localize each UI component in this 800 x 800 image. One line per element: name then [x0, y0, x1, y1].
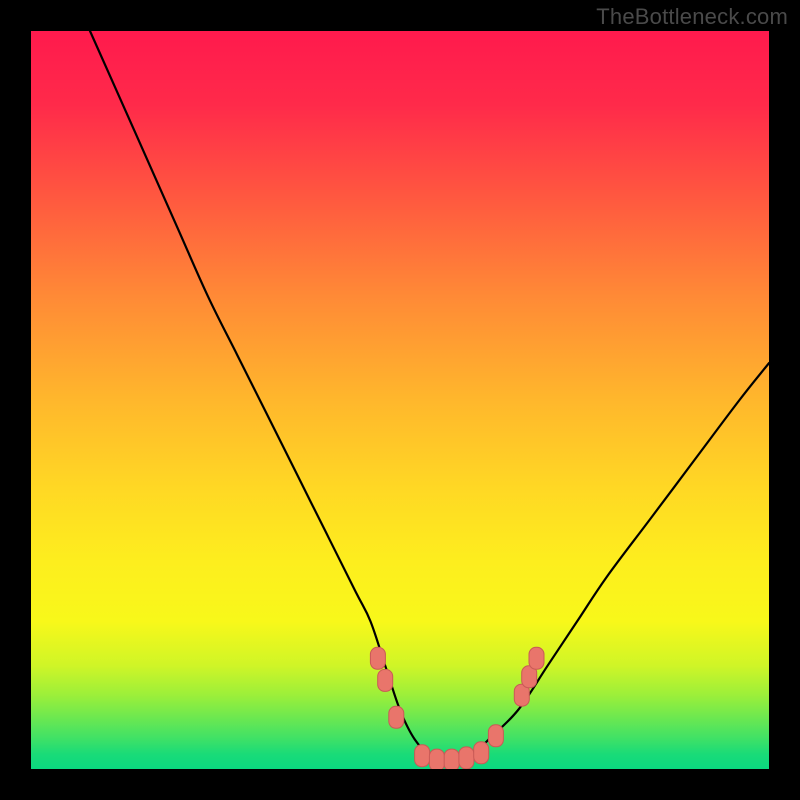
curve-marker [370, 647, 385, 669]
chart-frame: TheBottleneck.com [0, 0, 800, 800]
bottleneck-curve [90, 31, 769, 763]
curve-marker [459, 747, 474, 769]
curve-marker [429, 749, 444, 769]
curve-marker [378, 669, 393, 691]
curve-layer [31, 31, 769, 769]
watermark-text: TheBottleneck.com [596, 4, 788, 30]
curve-marker [529, 647, 544, 669]
curve-markers [370, 647, 544, 769]
curve-marker [415, 745, 430, 767]
curve-marker [444, 749, 459, 769]
curve-marker [389, 706, 404, 728]
curve-marker [488, 725, 503, 747]
plot-area [31, 31, 769, 769]
curve-marker [474, 742, 489, 764]
